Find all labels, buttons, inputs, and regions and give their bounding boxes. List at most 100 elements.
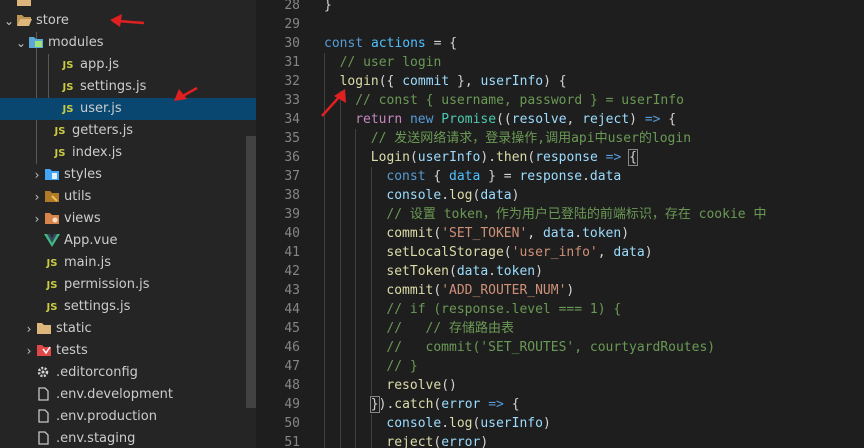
- code-text: // 设置 token，作为用户已登陆的前端标识，存在 cookie 中: [386, 205, 766, 224]
- explorer-sidebar: ⌄ store ⌄ modules JS app.js JS settings.js JS use…: [0, 0, 256, 448]
- code-token: .: [441, 416, 450, 431]
- file-icon: [34, 406, 54, 428]
- code-token: userInfo: [417, 150, 481, 165]
- indent-guide: [339, 338, 341, 357]
- tree-item[interactable]: JS user.js: [0, 98, 256, 120]
- code-token: },: [449, 74, 481, 89]
- code-line: 32 login({ commit }, userInfo) {: [256, 72, 864, 91]
- code-token: ).: [480, 150, 497, 165]
- line-number: 44: [284, 302, 300, 317]
- tree-item[interactable]: › tests: [0, 340, 256, 362]
- code-token: ((: [496, 112, 512, 127]
- indent-guide: [370, 433, 372, 448]
- tree-item[interactable]: JS settings.js: [0, 296, 256, 318]
- code-token: login: [339, 74, 379, 89]
- code-line: 38 console.log(data): [256, 186, 864, 205]
- indent-guide: [324, 300, 325, 319]
- tree-item[interactable]: .editorconfig: [0, 362, 256, 384]
- line-number: 48: [284, 378, 300, 393]
- js-file-icon: JS: [54, 148, 66, 159]
- code-text: commit('SET_TOKEN', data.token): [386, 224, 629, 243]
- indent-guide: [355, 224, 357, 243]
- indent-guide: [339, 110, 341, 129]
- tree-item-label: tests: [56, 343, 88, 358]
- tree-item[interactable]: › utils: [0, 186, 256, 208]
- tree-item[interactable]: JS main.js: [0, 252, 256, 274]
- tree-item-label: getters.js: [72, 123, 134, 138]
- code-line: 35 // 发送网络请求，登录操作,调用api中user的login: [256, 129, 864, 148]
- tree-item[interactable]: › styles: [0, 164, 256, 186]
- indent-guide: [324, 91, 325, 110]
- tree-item[interactable]: JS app.js: [0, 54, 256, 76]
- tree-item[interactable]: .env.development: [0, 384, 256, 406]
- indent-guide: [324, 224, 325, 243]
- line-number: 35: [284, 131, 300, 146]
- code-token: (: [433, 283, 442, 298]
- code-token: = {: [425, 36, 458, 51]
- tree-item[interactable]: ⌄ store: [0, 10, 256, 32]
- code-token: then: [496, 150, 528, 165]
- code-token: setLocalStorage: [386, 245, 504, 260]
- indent-guide: [324, 395, 325, 414]
- code-token: .: [441, 188, 450, 203]
- tree-item[interactable]: App.vue: [0, 230, 256, 252]
- sidebar-scrollbar[interactable]: [246, 136, 256, 408]
- code-token: {: [628, 149, 638, 166]
- line-number: 33: [284, 93, 300, 108]
- indent-guide: [370, 319, 372, 338]
- code-token: =>: [605, 150, 622, 165]
- code-token: response: [519, 169, 583, 184]
- tree-item[interactable]: JS getters.js: [0, 120, 256, 142]
- code-token: data: [480, 188, 512, 203]
- folder-modules-icon: [26, 32, 46, 54]
- indent-guide: [324, 319, 325, 338]
- code-token: data: [456, 264, 489, 279]
- tree-item[interactable]: › views: [0, 208, 256, 230]
- folder-styles-icon: [42, 164, 62, 186]
- js-file-icon: JS: [46, 302, 58, 313]
- code-token: commit: [402, 74, 450, 89]
- tree-item[interactable]: › static: [0, 318, 256, 340]
- indent-guide: [355, 300, 357, 319]
- code-text: }).catch(error => {: [369, 395, 520, 414]
- code-token: (: [409, 150, 418, 165]
- indent-guide: [339, 262, 341, 281]
- code-line: 48 resolve(): [256, 376, 864, 395]
- code-token: // user login: [339, 55, 442, 70]
- code-token: const: [386, 169, 434, 184]
- tree-item[interactable]: .env.staging: [0, 428, 256, 448]
- code-line: 40 commit('SET_TOKEN', data.token): [256, 224, 864, 243]
- indent-guide: [370, 376, 372, 395]
- tree-item[interactable]: ⌄ modules: [0, 32, 256, 54]
- code-line: 33 // const { username, password } = user…: [256, 91, 864, 110]
- line-number: 40: [284, 226, 300, 241]
- tree-item[interactable]: JS permission.js: [0, 274, 256, 296]
- tree-item-label: settings.js: [64, 299, 131, 314]
- tree-item[interactable]: .env.production: [0, 406, 256, 428]
- tree-item[interactable]: JS index.js: [0, 142, 256, 164]
- indent-guide: [355, 129, 357, 148]
- code-token: data: [589, 169, 622, 184]
- tree-item-label: app.js: [80, 57, 119, 72]
- code-token: 'user_info': [511, 245, 598, 260]
- code-token: return: [355, 112, 410, 127]
- tree-item-label: static: [56, 321, 92, 336]
- indent-guide: [339, 224, 341, 243]
- indent-guide: [324, 205, 325, 224]
- code-text: commit('ADD_ROUTER_NUM'): [386, 281, 574, 300]
- indent-guide: [339, 433, 341, 448]
- code-editor[interactable]: 28} 29 30 const actions = {31// user login 3…: [256, 0, 864, 448]
- line-number: 43: [284, 283, 300, 298]
- code-token: userInfo: [480, 416, 543, 431]
- indent-guide: [324, 72, 325, 91]
- code-token: ): [566, 283, 575, 298]
- code-token: log: [449, 416, 473, 431]
- tree-item[interactable]: JS settings.js: [0, 76, 256, 98]
- code-token: (: [433, 435, 442, 448]
- code-token: {: [503, 397, 520, 412]
- code-token: ): [535, 264, 543, 279]
- indent-guide: [355, 433, 357, 448]
- code-token: } =: [480, 169, 520, 184]
- code-line: 46 // commit('SET_ROUTES', courtyardRoute…: [256, 338, 864, 357]
- indent-guide: [370, 186, 372, 205]
